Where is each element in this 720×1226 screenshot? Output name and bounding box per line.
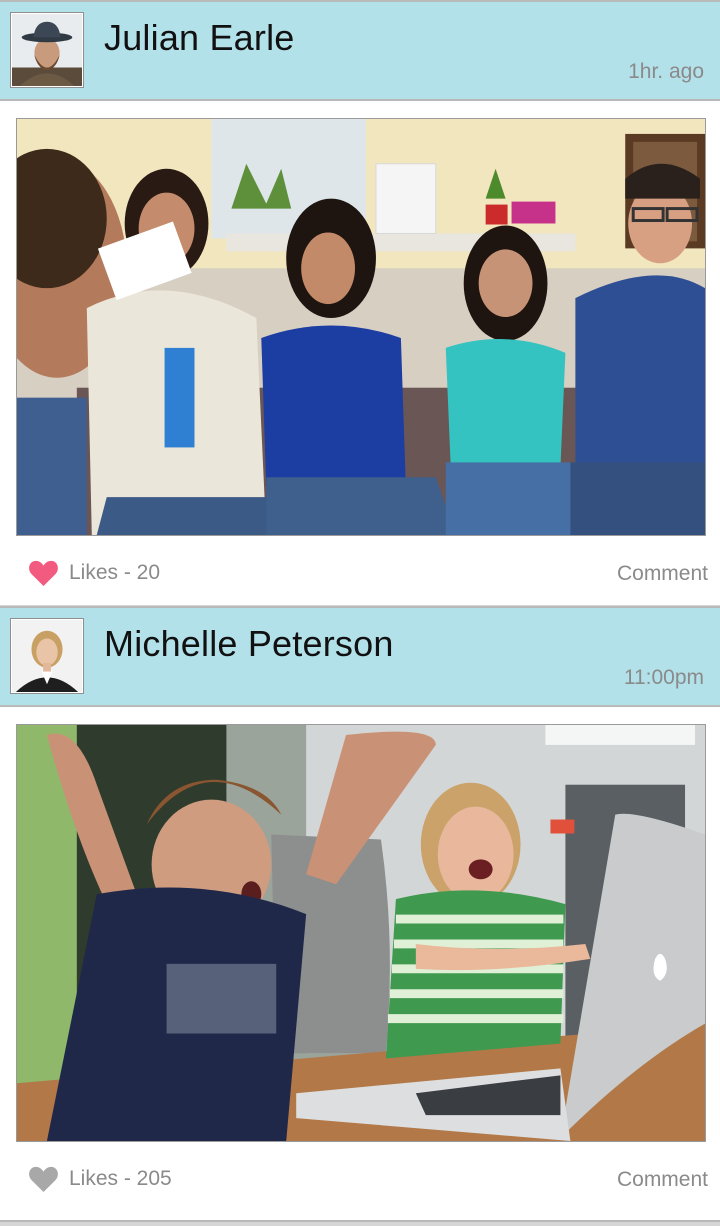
heart-icon[interactable] — [28, 1165, 59, 1193]
author-name[interactable]: Michelle Peterson — [104, 623, 394, 665]
post-timestamp: 11:00pm — [623, 666, 704, 689]
comment-button[interactable]: Comment — [617, 562, 708, 586]
post-card: Michelle Peterson 11:00pm Likes - 205 Co… — [0, 606, 720, 1220]
family-photo-image — [17, 119, 705, 535]
post-card: Julian Earle 1hr. ago Likes - 20 Comment — [0, 0, 720, 605]
heart-shape — [29, 560, 58, 587]
post-header: Michelle Peterson 11:00pm — [0, 608, 720, 707]
like-button[interactable]: Likes - 20 — [28, 557, 160, 589]
post-header: Julian Earle 1hr. ago — [0, 2, 720, 101]
post-timestamp: 1hr. ago — [628, 60, 704, 83]
heart-shape — [29, 1166, 58, 1193]
avatar-image — [12, 620, 82, 692]
avatar[interactable] — [10, 618, 84, 694]
post-footer: Likes - 205 Comment — [0, 1148, 720, 1208]
like-button[interactable]: Likes - 205 — [28, 1163, 172, 1195]
feed: Julian Earle 1hr. ago Likes - 20 Comment… — [0, 0, 720, 1226]
post-photo[interactable] — [16, 118, 706, 536]
likes-count: Likes - 20 — [69, 561, 161, 584]
avatar-image — [12, 14, 82, 86]
post-footer: Likes - 20 Comment — [0, 542, 720, 602]
author-name[interactable]: Julian Earle — [104, 17, 295, 59]
kids-laptop-photo-image — [17, 725, 705, 1141]
post-photo[interactable] — [16, 724, 706, 1142]
avatar[interactable] — [10, 12, 84, 88]
heart-icon[interactable] — [28, 559, 59, 587]
likes-count: Likes - 205 — [69, 1167, 172, 1190]
comment-button[interactable]: Comment — [617, 1168, 708, 1192]
feed-bottom-edge — [0, 1220, 720, 1226]
